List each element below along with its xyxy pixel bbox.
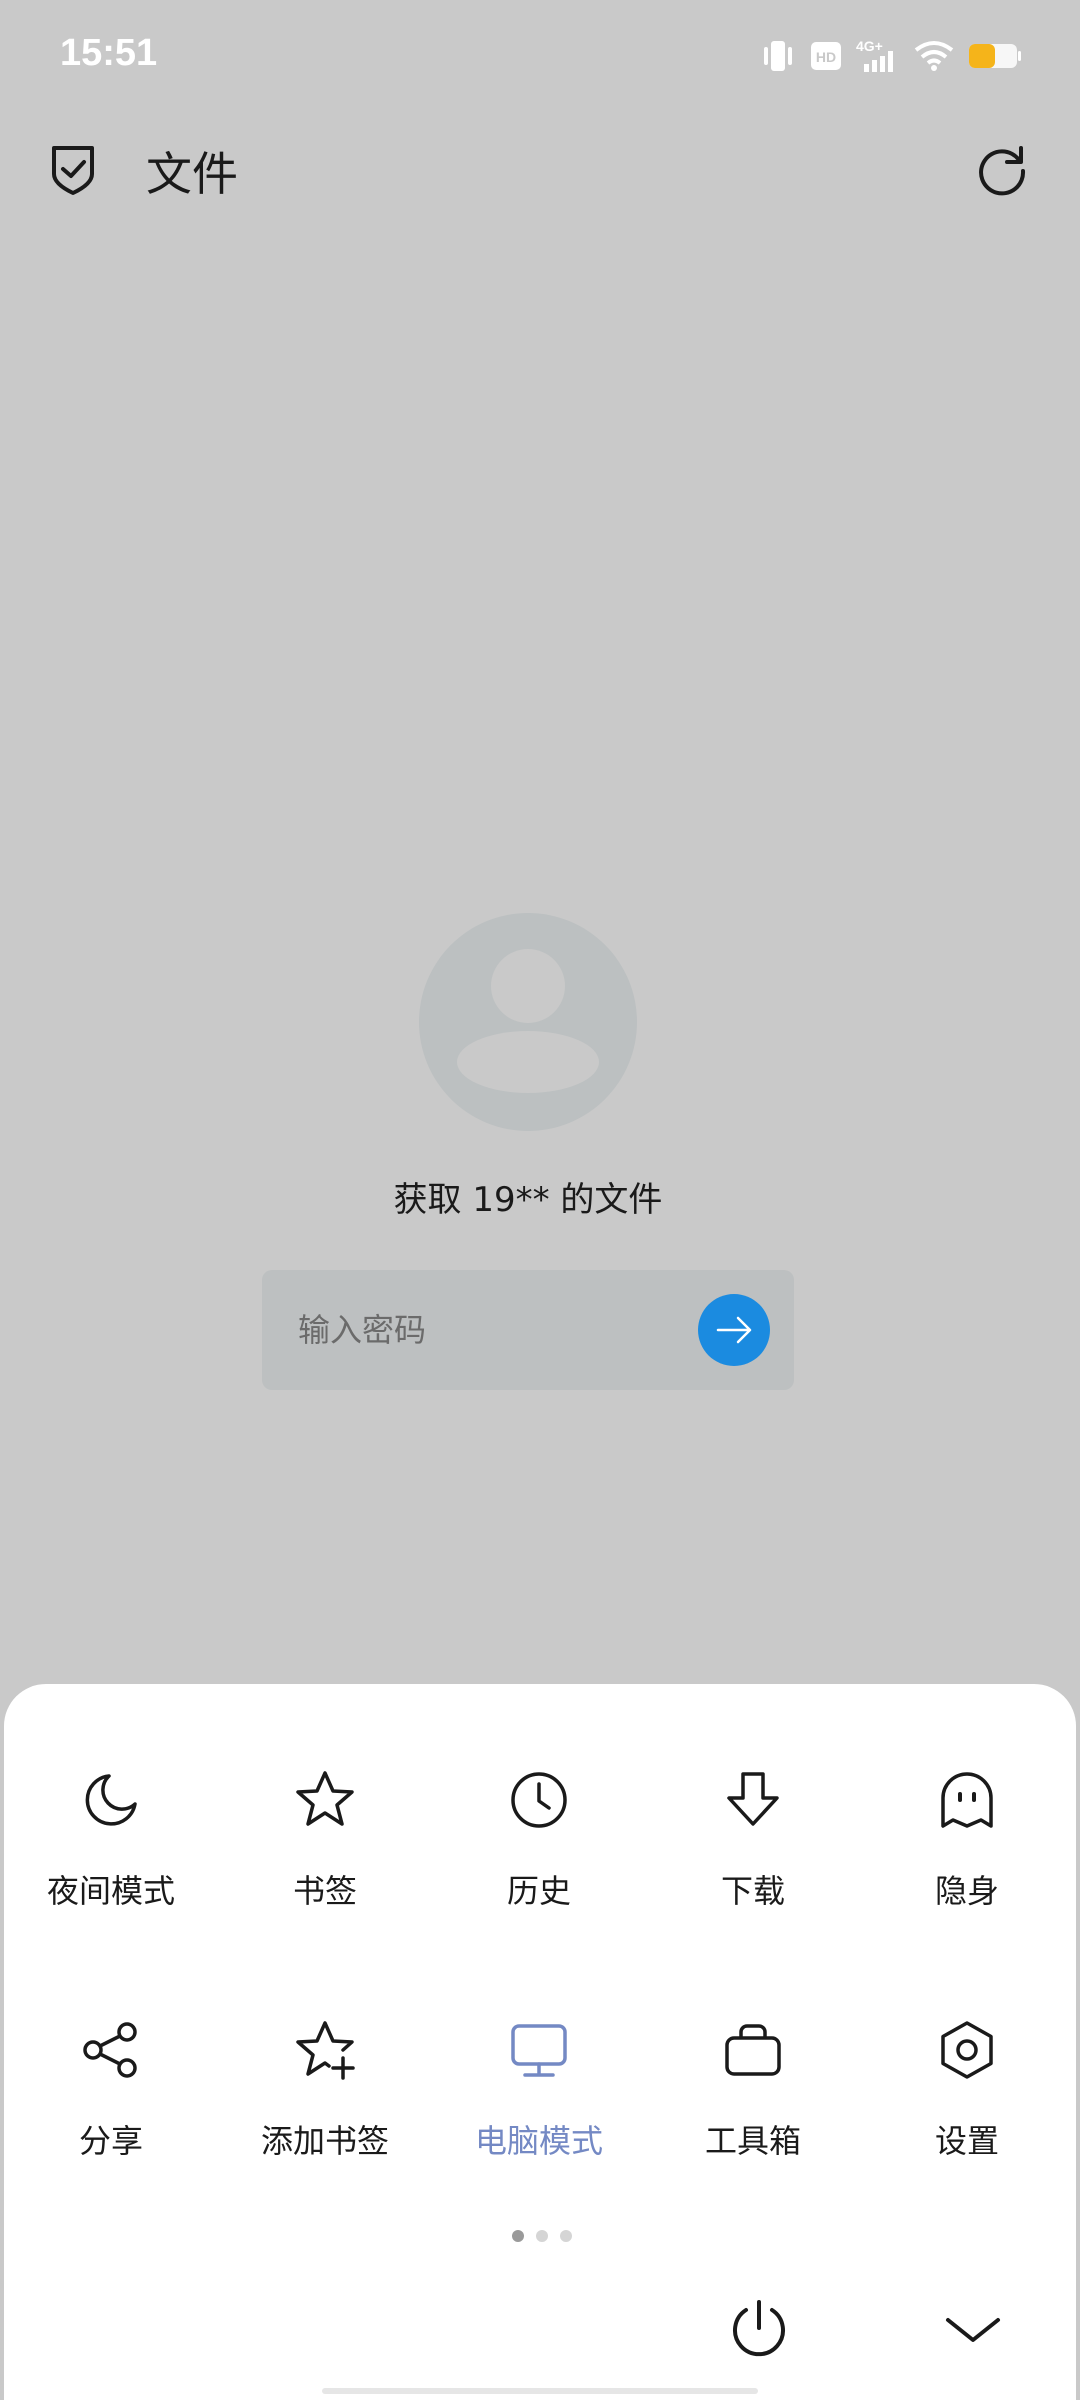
password-input[interactable]: [298, 1300, 678, 1360]
app-bar: 文件: [0, 120, 1080, 220]
wifi-icon: [914, 41, 954, 71]
monitor-icon: [511, 2024, 567, 2077]
menu-item-settings[interactable]: 设置: [860, 1934, 1074, 2160]
menu-item-label: 工具箱: [704, 2122, 801, 2160]
moon-icon: [85, 1774, 137, 1826]
menu-item-bookmarks[interactable]: 书签: [218, 1684, 432, 1910]
menu-item-incognito[interactable]: 隐身: [860, 1684, 1074, 1910]
menu-item-label: 分享: [78, 2122, 143, 2160]
refresh-icon[interactable]: [972, 140, 1032, 200]
menu-item-label: 历史: [506, 1872, 571, 1910]
menu-item-label: 夜间模式: [46, 1872, 175, 1910]
password-box: [262, 1270, 794, 1390]
menu-item-share[interactable]: 分享: [4, 1934, 218, 2160]
avatar-body: [457, 1031, 599, 1093]
star-plus-icon: [296, 2021, 355, 2080]
arrow-right-icon: [716, 1316, 752, 1344]
menu-item-label: 书签: [292, 1872, 357, 1910]
file-title: 获取 19** 的文件: [393, 1180, 663, 1220]
submit-button[interactable]: [698, 1294, 770, 1366]
chevron-down-icon[interactable]: [938, 2300, 1008, 2360]
menu-item-add-bookmark[interactable]: 添加书签: [218, 1934, 432, 2160]
share-icon: [83, 2022, 137, 2078]
page-dot: [536, 2230, 548, 2242]
menu-item-desktop-mode[interactable]: 电脑模式: [432, 1934, 646, 2160]
avatar-head: [491, 949, 565, 1023]
network-label: 4G+: [856, 38, 883, 54]
menu-item-label: 下载: [720, 1872, 785, 1910]
clock-icon: [511, 1772, 567, 1828]
home-indicator[interactable]: [322, 2388, 758, 2394]
menu-item-label: 隐身: [934, 1872, 999, 1910]
menu-item-label: 添加书签: [260, 2122, 389, 2160]
shield-check-icon[interactable]: [44, 140, 102, 198]
bottom-sheet-menu: 夜间模式 书签 历史 下载 隐身 分享 添加书签 电脑模式 工具箱 设置: [4, 1684, 1076, 2400]
hd-label: HD: [816, 49, 836, 65]
settings-hex-icon: [941, 2021, 993, 2079]
power-icon[interactable]: [724, 2294, 794, 2364]
menu-item-toolbox[interactable]: 工具箱: [646, 1934, 860, 2160]
toolbox-icon: [725, 2024, 781, 2076]
download-arrow-icon: [727, 1772, 779, 1826]
page-indicator: [512, 2230, 572, 2242]
menu-item-label: 设置: [934, 2122, 999, 2160]
ghost-icon: [941, 1772, 993, 1828]
status-time: 15:51: [60, 32, 158, 74]
menu-item-history[interactable]: 历史: [432, 1684, 646, 1910]
star-icon: [296, 1771, 354, 1826]
hd-icon: HD: [811, 42, 841, 70]
vibrate-icon: [764, 41, 792, 71]
menu-item-night-mode[interactable]: 夜间模式: [4, 1684, 218, 1910]
page-dot: [560, 2230, 572, 2242]
battery-icon: [969, 44, 1021, 68]
cellular-signal-icon: 4G+: [856, 38, 893, 72]
page-title: 文件: [146, 147, 238, 201]
avatar: [419, 913, 637, 1131]
menu-item-downloads[interactable]: 下载: [646, 1684, 860, 1910]
page-dot: [512, 2230, 524, 2242]
menu-item-label: 电脑模式: [474, 2122, 603, 2160]
status-bar: 15:51 HD 4G+: [0, 0, 1080, 120]
status-icons: HD 4G+: [760, 38, 1022, 74]
